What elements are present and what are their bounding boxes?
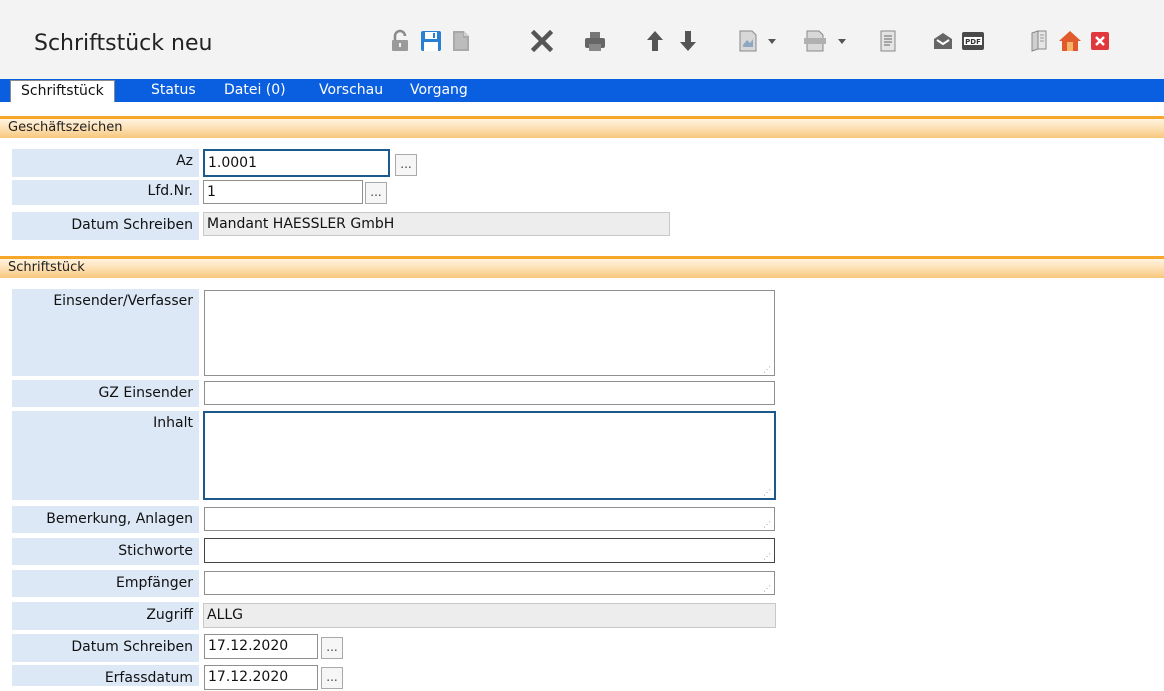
zugriff-field: ALLG	[203, 603, 776, 628]
datum-schreiben-picker-button[interactable]: ...	[321, 637, 343, 659]
az-lookup-button[interactable]: ...	[395, 154, 417, 176]
notes-icon[interactable]	[873, 24, 903, 58]
gz-einsender-input[interactable]	[204, 381, 775, 405]
title-bar: Schriftstück neu PDF	[0, 0, 1164, 80]
delete-icon[interactable]	[527, 24, 557, 58]
empfaenger-label: Empfänger	[12, 570, 199, 597]
section-header-schriftstueck: Schriftstück	[0, 256, 1164, 278]
lfdnr-label: Lfd.Nr.	[12, 180, 199, 205]
resize-grip-icon[interactable]: ⋰	[763, 553, 771, 561]
az-input[interactable]: 1.0001	[203, 149, 390, 177]
document-dropdown-icon[interactable]	[736, 24, 780, 58]
inhalt-textarea[interactable]: ⋰	[203, 411, 776, 500]
book-icon[interactable]	[1024, 24, 1054, 58]
lfdnr-lookup-button[interactable]: ...	[365, 182, 387, 204]
tab-datei[interactable]: Datei (0)	[224, 79, 286, 102]
new-document-icon[interactable]	[446, 24, 476, 58]
save-icon[interactable]	[416, 24, 446, 58]
mandant-label: Datum Schreiben	[12, 212, 199, 240]
datum-schreiben-input[interactable]: 17.12.2020	[204, 634, 318, 659]
lfdnr-input[interactable]: 1	[203, 180, 363, 204]
home-icon[interactable]	[1055, 24, 1085, 58]
tab-schriftstueck[interactable]: Schriftstück	[10, 80, 115, 102]
tab-vorgang[interactable]: Vorgang	[410, 79, 468, 102]
resize-grip-icon[interactable]: ⋰	[763, 585, 771, 593]
section-header-geschaeftszeichen: Geschäftszeichen	[0, 116, 1164, 138]
tab-vorschau[interactable]: Vorschau	[319, 79, 383, 102]
resize-grip-icon[interactable]: ⋰	[763, 521, 771, 529]
az-label: Az	[12, 149, 199, 177]
einsender-textarea[interactable]: ⋰	[204, 290, 775, 376]
stichworte-input[interactable]: ⋰	[204, 538, 775, 563]
zugriff-label: Zugriff	[12, 602, 199, 630]
resize-grip-icon[interactable]: ⋰	[763, 366, 771, 374]
resize-grip-icon[interactable]: ⋰	[763, 489, 771, 497]
mandant-field: Mandant HAESSLER GmbH	[203, 212, 670, 236]
gz-einsender-label: GZ Einsender	[12, 380, 199, 407]
mail-icon[interactable]	[928, 24, 958, 58]
bemerkung-input[interactable]: ⋰	[204, 507, 775, 531]
stichworte-label: Stichworte	[12, 538, 199, 565]
unlock-icon[interactable]	[385, 24, 415, 58]
close-icon[interactable]	[1085, 24, 1115, 58]
tab-bar: Schriftstück Status Datei (0) Vorschau V…	[0, 79, 1164, 102]
tab-status[interactable]: Status	[151, 79, 196, 102]
arrow-up-icon[interactable]	[640, 24, 670, 58]
pdf-icon-label: PDF	[965, 38, 981, 46]
pdf-icon[interactable]: PDF	[958, 24, 988, 58]
erfassdatum-label: Erfassdatum	[12, 665, 199, 686]
erfassdatum-input[interactable]: 17.12.2020	[204, 665, 318, 690]
scan-dropdown-icon[interactable]	[800, 24, 850, 58]
toolbar: PDF	[0, 24, 1164, 58]
print-icon[interactable]	[580, 24, 610, 58]
einsender-label: Einsender/Verfasser	[12, 289, 199, 376]
datum-schreiben-label: Datum Schreiben	[12, 634, 199, 662]
bemerkung-label: Bemerkung, Anlagen	[12, 506, 199, 533]
inhalt-label: Inhalt	[12, 411, 199, 500]
empfaenger-input[interactable]: ⋰	[204, 571, 775, 595]
arrow-down-icon[interactable]	[673, 24, 703, 58]
